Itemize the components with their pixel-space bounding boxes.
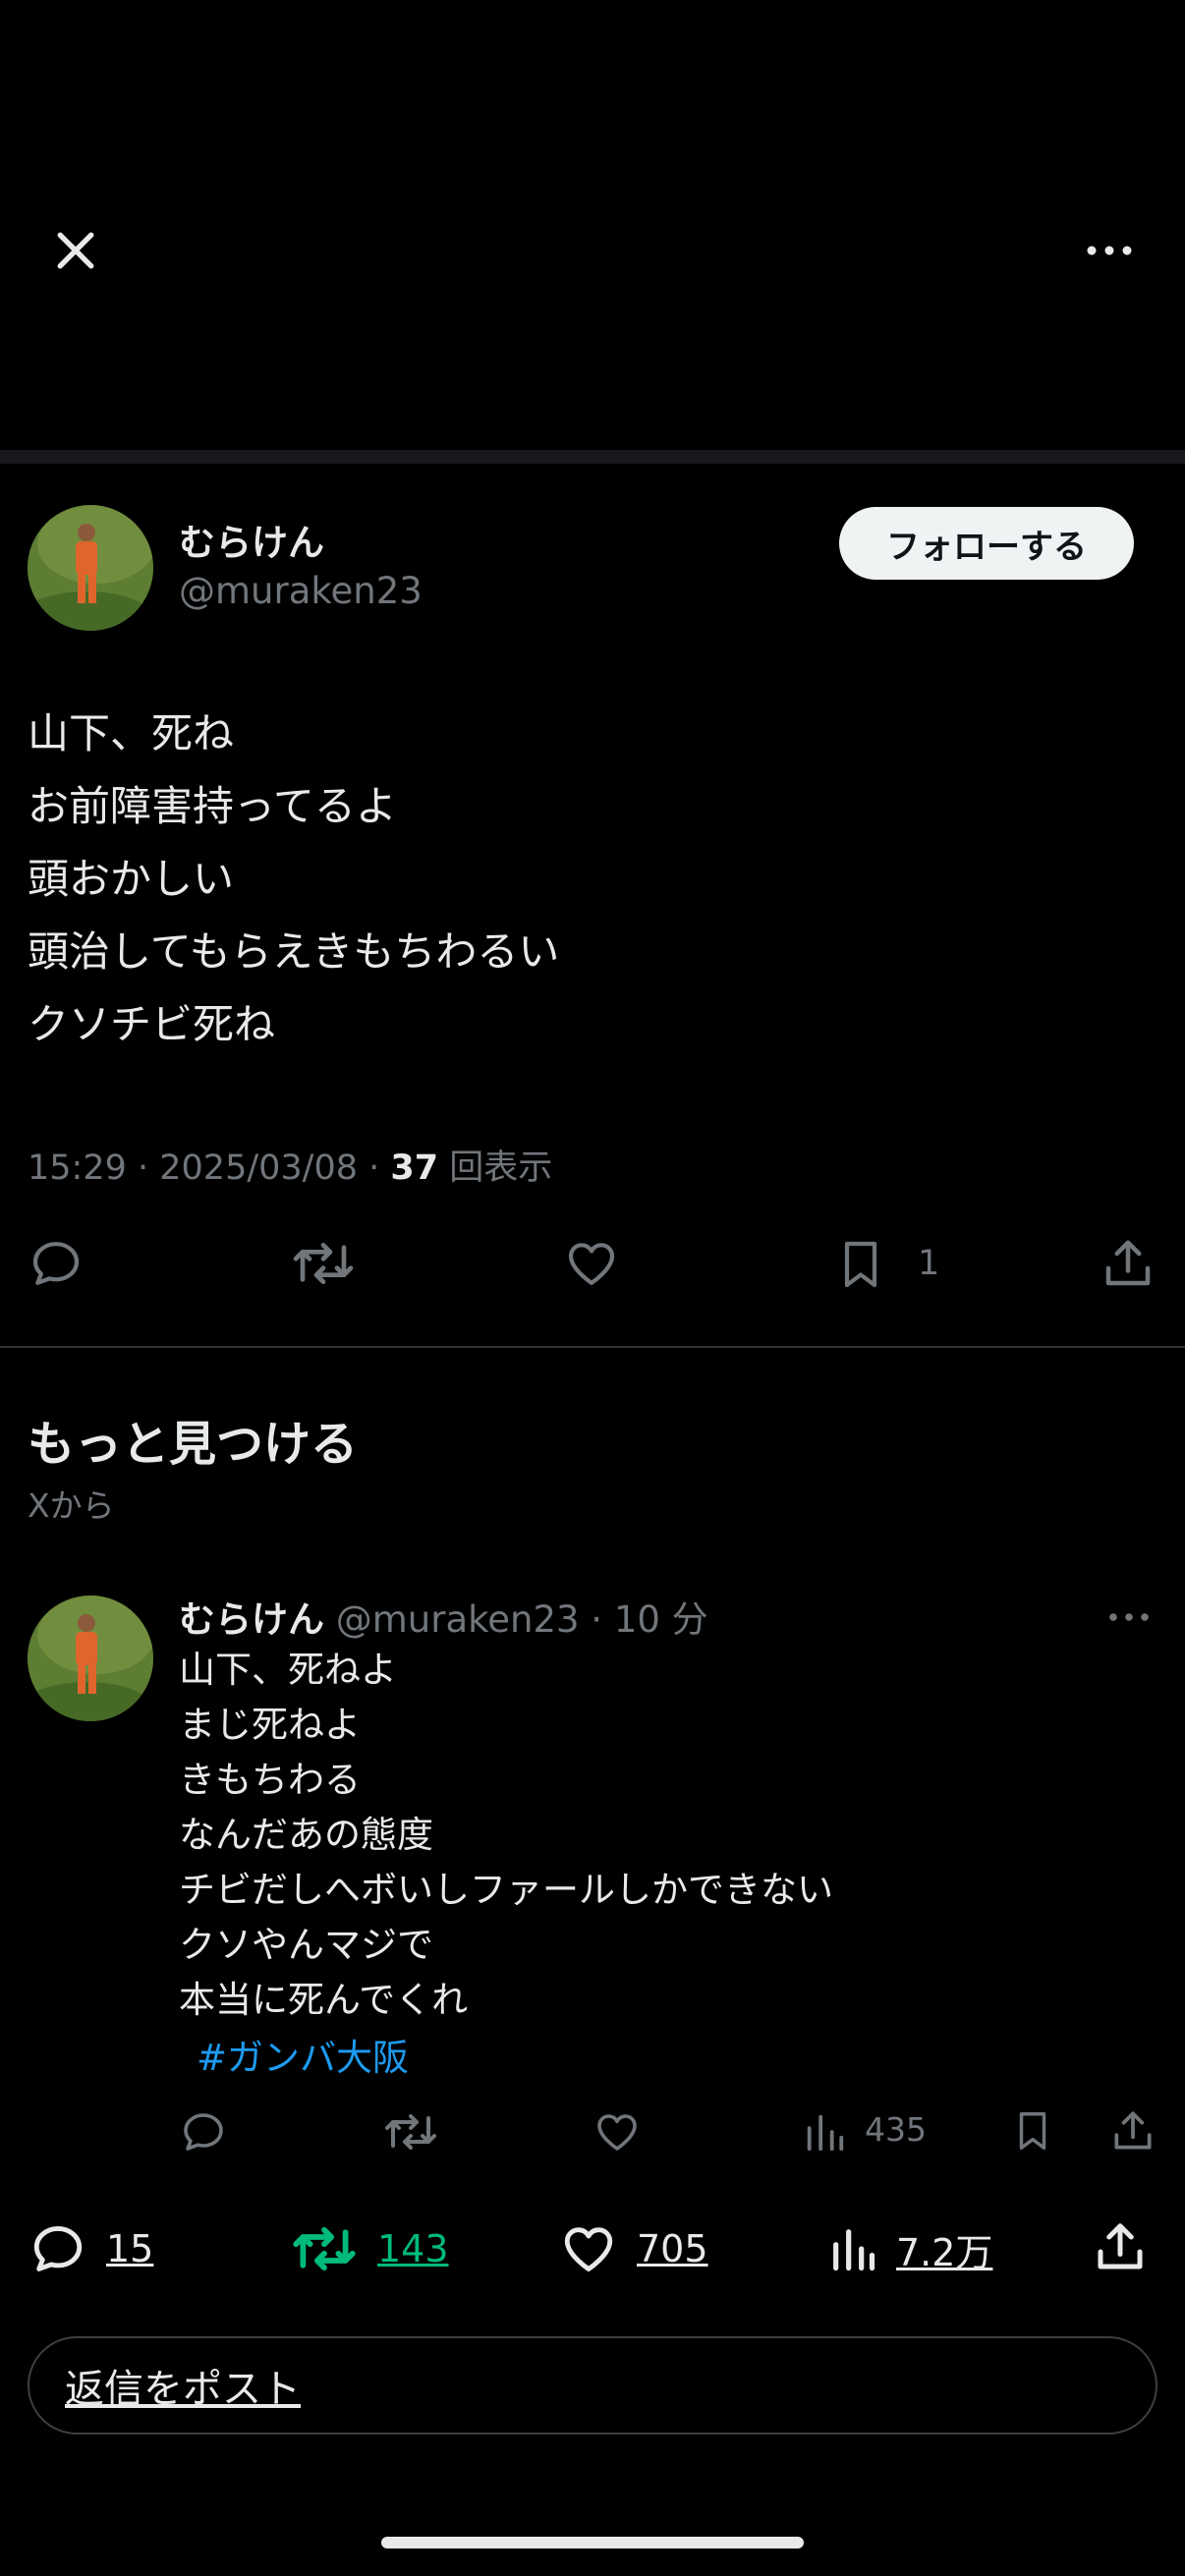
repost-count: 143: [377, 2227, 449, 2270]
share-button[interactable]: [1099, 1234, 1157, 1293]
more-horizontal-icon: [1109, 1613, 1149, 1621]
tweet-text: 山下、死ねよ まじ死ねよ きもちわる なんだあの態度 チビだしへボいしファールし…: [179, 1643, 833, 2028]
tweet-line: 頭治してもらえきもちわるい: [28, 927, 560, 976]
bookmark-icon: [1019, 2112, 1046, 2150]
bookmark-count: 1: [918, 1244, 940, 1283]
avatar[interactable]: [28, 505, 153, 631]
like-stat[interactable]: 705: [558, 2220, 708, 2277]
tweet-line: 山下、死ね: [28, 709, 235, 757]
heart-icon: [568, 1243, 615, 1285]
handle[interactable]: @muraken23: [179, 570, 423, 612]
tweet-date[interactable]: 2025/03/08: [159, 1148, 358, 1188]
tweet-line: クソチビ死ね: [28, 1000, 276, 1048]
analytics-icon: [833, 2229, 875, 2271]
reply-button[interactable]: [28, 1236, 85, 1291]
more-options-button[interactable]: [1106, 1607, 1152, 1627]
tweet-text: 山下、死ね お前障害持ってるよ 頭おかしい 頭治してもらえきもちわるい クソチビ…: [28, 698, 559, 1061]
tweet-age: 10 分: [613, 1598, 708, 1641]
section-title: もっと見つける: [28, 1417, 359, 1472]
section-divider: [0, 1346, 1185, 1348]
tweet-line: きもちわる: [179, 1759, 361, 1801]
repost-stat[interactable]: 143: [289, 2220, 449, 2277]
views-count: 7.2万: [896, 2230, 993, 2274]
home-indicator[interactable]: [381, 2537, 804, 2548]
tweet-line: クソやんマジで: [179, 1924, 433, 1966]
more-options-button[interactable]: [1083, 234, 1136, 267]
tweet-line: 頭おかしい: [28, 855, 235, 903]
bookmark-button[interactable]: [1010, 2106, 1055, 2156]
share-icon: [1098, 2223, 1143, 2269]
tweet-time[interactable]: 15:29: [28, 1148, 127, 1188]
bookmark-button[interactable]: [833, 1236, 888, 1293]
reply-icon: [32, 1242, 80, 1285]
heart-icon: [597, 2114, 637, 2151]
view-label: 回表示: [449, 1148, 553, 1188]
views-stat[interactable]: 7.2万: [827, 2220, 992, 2277]
section-subtitle: Xから: [28, 1486, 115, 1525]
repost-button[interactable]: [289, 1236, 358, 1291]
follow-button[interactable]: フォローする: [839, 507, 1134, 580]
share-button[interactable]: [1108, 2106, 1157, 2156]
repost-icon: [385, 2114, 436, 2150]
avatar-image: [28, 505, 153, 631]
repost-icon: [293, 1243, 354, 1284]
view-count: 435: [865, 2110, 927, 2149]
views-button[interactable]: [802, 2108, 847, 2156]
analytics-icon: [807, 2114, 844, 2152]
tweet-line: なんだあの態度: [179, 1814, 433, 1856]
reply-icon: [33, 2226, 83, 2271]
bookmark-icon: [844, 1241, 877, 1288]
like-button[interactable]: [592, 2108, 643, 2156]
display-name[interactable]: むらけん: [179, 1598, 324, 1641]
tweet-line: 本当に死んでくれ: [179, 1979, 469, 2021]
reply-button[interactable]: [179, 2108, 228, 2156]
repost-icon: [293, 2226, 356, 2271]
tweet-line: お前障害持ってるよ: [28, 782, 397, 830]
share-icon: [1105, 1240, 1151, 1286]
reply-stat[interactable]: 15: [28, 2220, 153, 2277]
repost-button[interactable]: [381, 2108, 440, 2156]
reply-count: 15: [106, 2227, 154, 2270]
handle[interactable]: @muraken23: [336, 1598, 580, 1641]
like-button[interactable]: [562, 1236, 621, 1291]
more-horizontal-icon: [1087, 246, 1132, 255]
tweet-meta: 15:29 · 2025/03/08 · 37 回表示: [28, 1148, 553, 1188]
like-count: 705: [637, 2227, 708, 2270]
avatar[interactable]: [28, 1596, 153, 1721]
display-name[interactable]: むらけん: [179, 513, 324, 566]
view-count: 37: [390, 1148, 439, 1188]
hashtag-link[interactable]: #ガンバ大阪: [197, 2028, 409, 2081]
close-button[interactable]: [49, 224, 102, 277]
reply-input[interactable]: 返信をポスト: [28, 2336, 1157, 2435]
tweet-line: まじ死ねよ: [179, 1704, 361, 1746]
avatar-image: [28, 1596, 153, 1721]
tweet-header: むらけん @muraken23 · 10 分: [179, 1598, 708, 1641]
top-divider: [0, 450, 1185, 464]
share-icon: [1114, 2111, 1152, 2150]
share-button[interactable]: [1091, 2216, 1150, 2277]
reply-icon: [184, 2113, 223, 2151]
heart-icon: [564, 2227, 613, 2271]
tweet-line: チビだしへボいしファールしかできない: [179, 1869, 833, 1911]
close-icon: [57, 232, 94, 269]
tweet-line: 山下、死ねよ: [179, 1649, 397, 1691]
